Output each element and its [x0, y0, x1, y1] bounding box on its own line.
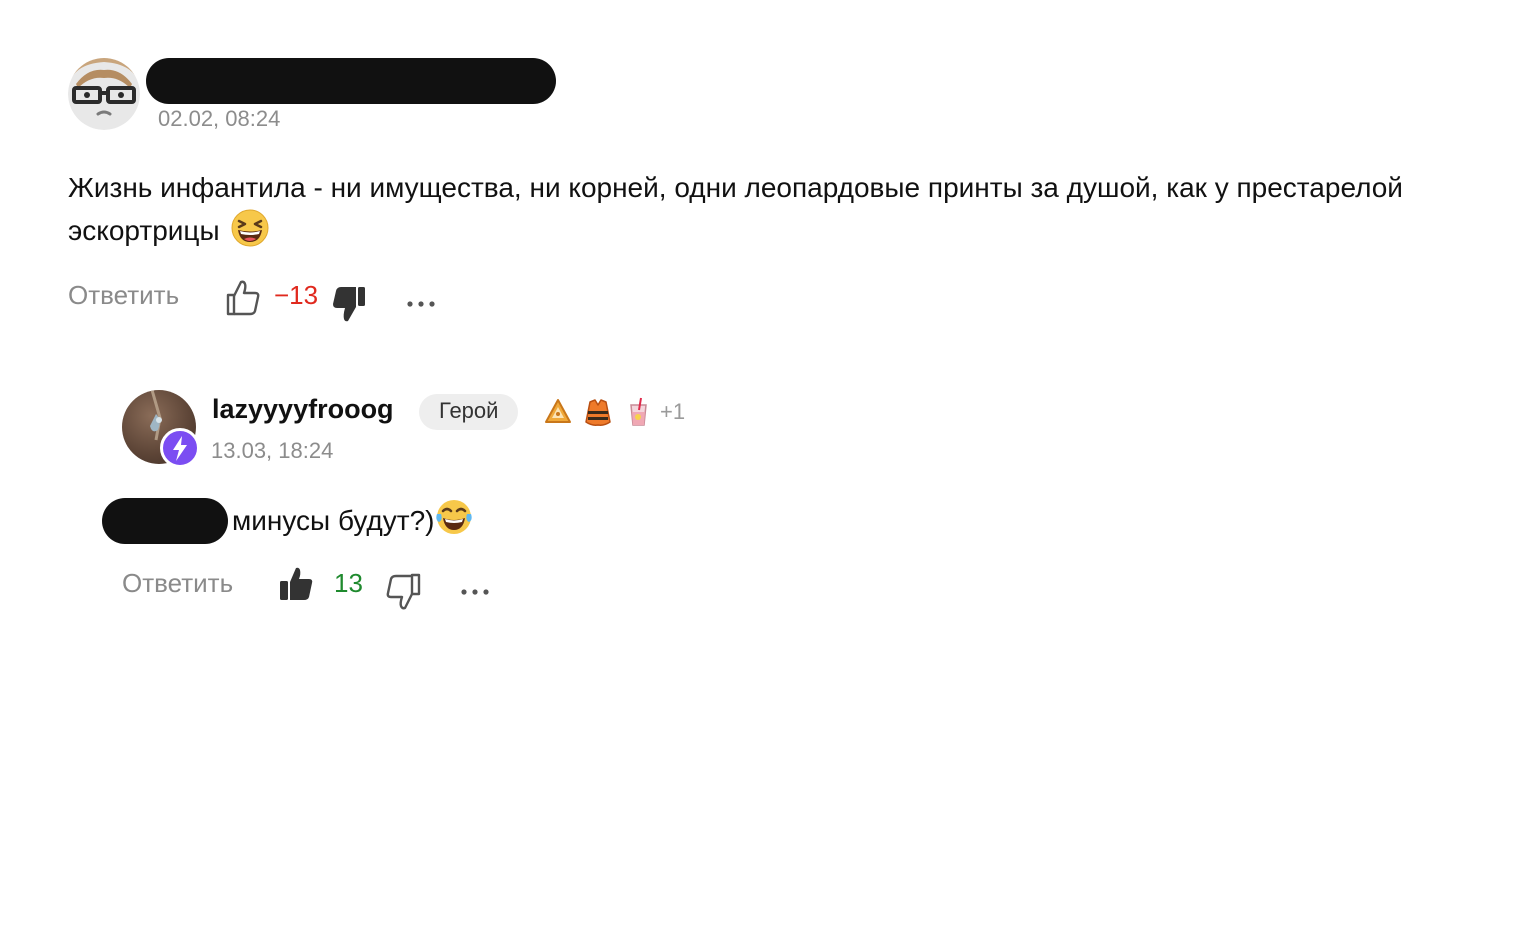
author-name-redacted — [146, 58, 556, 104]
vote-score: −13 — [274, 280, 319, 310]
author-name[interactable]: lazyyyyfrooog — [212, 394, 394, 425]
grinning-squinting-face-icon — [231, 209, 269, 247]
nerd-face-avatar-icon — [68, 58, 140, 130]
comment-text: минусы будут?) — [232, 498, 473, 543]
thumbs-down-icon[interactable] — [330, 284, 370, 324]
mention-redacted — [102, 498, 228, 544]
reply-button[interactable]: Ответить — [122, 568, 233, 599]
vote-score: 13 — [334, 568, 363, 598]
comment-date: 02.02, 08:24 — [158, 106, 281, 131]
comment-text: Жизнь инфантила - ни имущества, ни корне… — [68, 166, 1408, 252]
more-dots-icon[interactable] — [456, 570, 496, 610]
comment-text-content: минусы будут?) — [232, 505, 435, 536]
thumbs-down-icon[interactable] — [384, 572, 424, 612]
pastry-award-icon — [545, 399, 571, 423]
avatar[interactable] — [68, 58, 140, 130]
face-with-tears-of-joy-icon — [435, 500, 472, 534]
thumbs-up-icon[interactable] — [222, 278, 262, 318]
more-dots-icon[interactable] — [402, 282, 442, 322]
lightning-bolt-icon — [160, 428, 200, 468]
thumbs-up-icon[interactable] — [276, 564, 316, 604]
reply-button[interactable]: Ответить — [68, 280, 179, 311]
life-vest-award-icon — [585, 399, 611, 426]
hero-badge[interactable]: Герой — [419, 394, 519, 430]
awards-more-count: +1 — [660, 399, 686, 424]
drink-cup-award-icon — [630, 397, 647, 426]
comment-date: 13.03, 18:24 — [211, 438, 334, 463]
